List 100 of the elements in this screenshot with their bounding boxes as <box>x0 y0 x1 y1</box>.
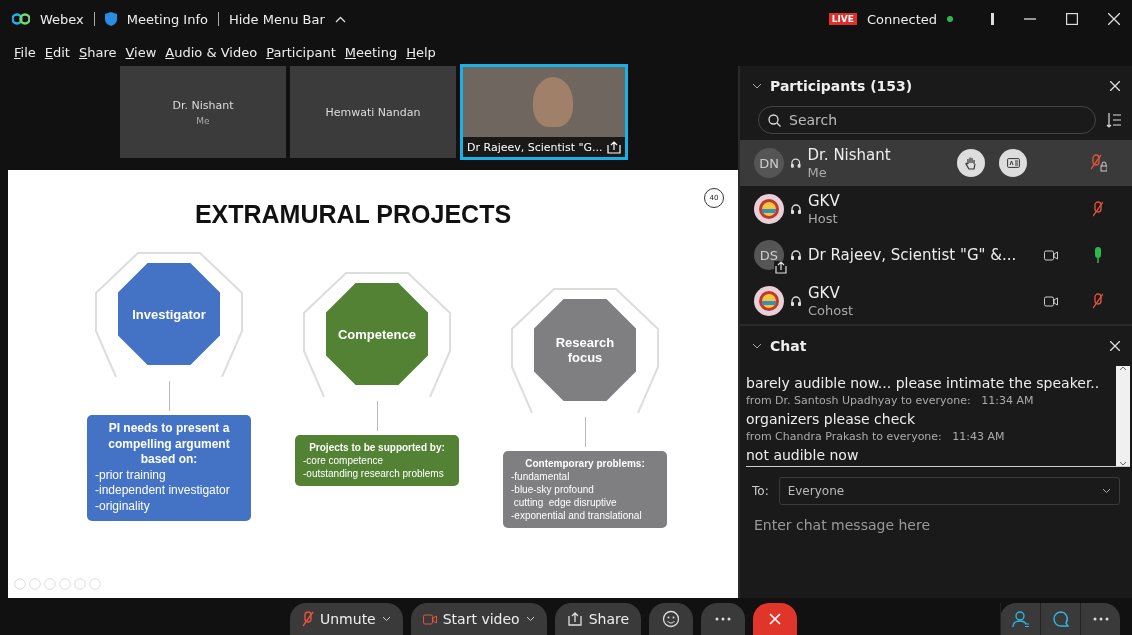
close-icon[interactable] <box>1108 13 1120 25</box>
maximize-icon[interactable] <box>1066 13 1078 25</box>
box-item: cutting edge disruptive <box>512 496 618 509</box>
status-dot-icon <box>947 16 953 22</box>
participant-name: Dr. Nishant <box>807 145 891 165</box>
caption-button[interactable] <box>999 149 1028 177</box>
locked-muted-microphone-icon[interactable] <box>1090 154 1107 172</box>
connection-status: Connected <box>867 11 937 27</box>
close-icon[interactable] <box>1110 341 1120 351</box>
person-icon <box>1011 610 1030 628</box>
search-field[interactable]: Search <box>758 106 1096 134</box>
more-button[interactable] <box>701 603 746 635</box>
chat-input-field[interactable]: Enter chat message here <box>752 515 1120 543</box>
participant-role: Cohost <box>808 302 854 319</box>
menu-item[interactable]: Audio & Video <box>165 44 258 60</box>
smiley-icon <box>662 610 681 628</box>
recipient-dropdown[interactable]: Everyone <box>778 477 1120 505</box>
menu-item[interactable]: Meeting <box>344 44 398 60</box>
initials-avatar: DN <box>754 148 784 178</box>
webex-logo-icon <box>12 13 30 25</box>
camera-icon[interactable] <box>1044 295 1058 307</box>
slide-title: EXTRAMURAL PROJECTS <box>194 200 512 229</box>
more-icon <box>715 617 732 621</box>
menu-item[interactable]: Share <box>78 44 117 60</box>
message-sender: from Chandra Prakash to everyone: 11:43 AM <box>746 429 1006 445</box>
video-photo-placeholder <box>533 77 573 127</box>
headset-icon <box>790 203 802 215</box>
box-item: -independent investigator <box>95 483 231 499</box>
participant-row[interactable]: DS Dr Rajeev, Scientist "G" &... <box>740 232 1132 278</box>
sharing-icon <box>607 140 621 154</box>
raise-hand-button[interactable] <box>957 149 986 177</box>
box-item: -fundamental <box>511 470 571 483</box>
participant-subtitle: Me <box>196 115 210 126</box>
share-button[interactable]: Share <box>554 603 642 635</box>
box-item: -outstanding research problems <box>303 467 445 480</box>
box-item: -originality <box>95 498 151 515</box>
live-badge: LIVE <box>828 13 857 25</box>
menu-item[interactable]: Edit <box>44 44 70 60</box>
chat-bubble-icon <box>1051 610 1070 628</box>
participant-name: Dr. Nishant <box>172 98 234 112</box>
participant-row[interactable]: DN Dr. Nishant Me <box>740 140 1132 186</box>
scrollbar[interactable] <box>1116 366 1130 466</box>
headset-icon <box>790 249 802 261</box>
menu-item[interactable]: Participant <box>266 44 336 60</box>
participant-name: Dr Rajeev, Scientist "G" &... <box>808 245 1017 265</box>
participant-row[interactable]: GKV Cohost <box>740 278 1132 324</box>
message-sender: from Dr. Santosh Upadhyay to everyone: 11:34 AM <box>746 393 1035 409</box>
participant-name: GKV <box>808 191 840 211</box>
camera-off-icon <box>422 613 437 625</box>
search-icon <box>768 114 781 127</box>
video-tile[interactable]: Dr Rajeev, Scientist "G... <box>460 64 628 160</box>
more-icon <box>1092 617 1109 621</box>
muted-microphone-icon[interactable] <box>1093 293 1103 309</box>
shield-icon <box>104 12 117 26</box>
participant-row[interactable]: GKV Host <box>740 186 1132 232</box>
chevron-down-icon[interactable] <box>752 343 762 349</box>
participant-tile[interactable]: Dr. Nishant Me <box>120 66 286 158</box>
hide-menu-bar-button[interactable]: Hide Menu Bar <box>228 11 325 27</box>
meeting-info-button[interactable]: Meeting Info <box>126 11 208 27</box>
reactions-button[interactable] <box>649 603 694 635</box>
unmute-button[interactable]: Unmute <box>290 603 403 635</box>
camera-icon[interactable] <box>1044 249 1058 261</box>
box-item: -core competence <box>303 454 385 467</box>
menu-item[interactable]: File <box>14 44 36 60</box>
leave-button[interactable] <box>753 603 798 635</box>
chat-message: barely audible now... please intimate the speaker.. <box>746 374 1101 392</box>
scroll-up-icon[interactable] <box>1119 366 1127 371</box>
participant-tile[interactable]: Hemwati Nandan <box>290 66 456 158</box>
chat-title: Chat <box>770 338 807 354</box>
menu-item[interactable]: Help <box>406 44 436 60</box>
start-video-button[interactable]: Start video <box>410 603 547 635</box>
chevron-up-icon[interactable] <box>334 15 346 23</box>
app-name: Webex <box>40 11 84 27</box>
box-heading: PI needs to present a compelling argument based on: <box>107 421 231 468</box>
box-heading: Projects to be supported by: <box>308 441 446 454</box>
share-icon <box>566 612 583 626</box>
participant-role: Me <box>807 164 827 181</box>
microphone-icon[interactable] <box>1094 247 1102 263</box>
chevron-down-icon[interactable] <box>752 83 762 89</box>
close-icon[interactable] <box>1110 81 1120 91</box>
participant-name: GKV <box>808 283 840 303</box>
chat-message: organizers please check <box>746 410 917 428</box>
menu-item[interactable]: View <box>125 44 157 60</box>
headset-icon <box>790 157 802 169</box>
to-label: To: <box>752 484 769 498</box>
box-heading: Contemporary problems: <box>524 457 646 470</box>
box-item: -prior training <box>95 467 167 484</box>
muted-microphone-icon <box>302 611 314 627</box>
handle-icon[interactable] <box>991 13 994 25</box>
sort-icon[interactable] <box>1106 112 1122 128</box>
box-item: -blue-sky profound <box>511 483 595 496</box>
caret-icon <box>1102 488 1111 494</box>
scroll-down-icon[interactable] <box>1119 461 1127 466</box>
box-item: -exponential and translational <box>511 509 643 522</box>
muted-microphone-icon[interactable] <box>1093 201 1103 217</box>
headset-icon <box>790 295 802 307</box>
participant-name: Dr Rajeev, Scientist "G... <box>467 140 603 154</box>
logo-avatar <box>754 194 784 224</box>
participant-role: Host <box>808 210 838 227</box>
close-icon <box>769 613 782 625</box>
